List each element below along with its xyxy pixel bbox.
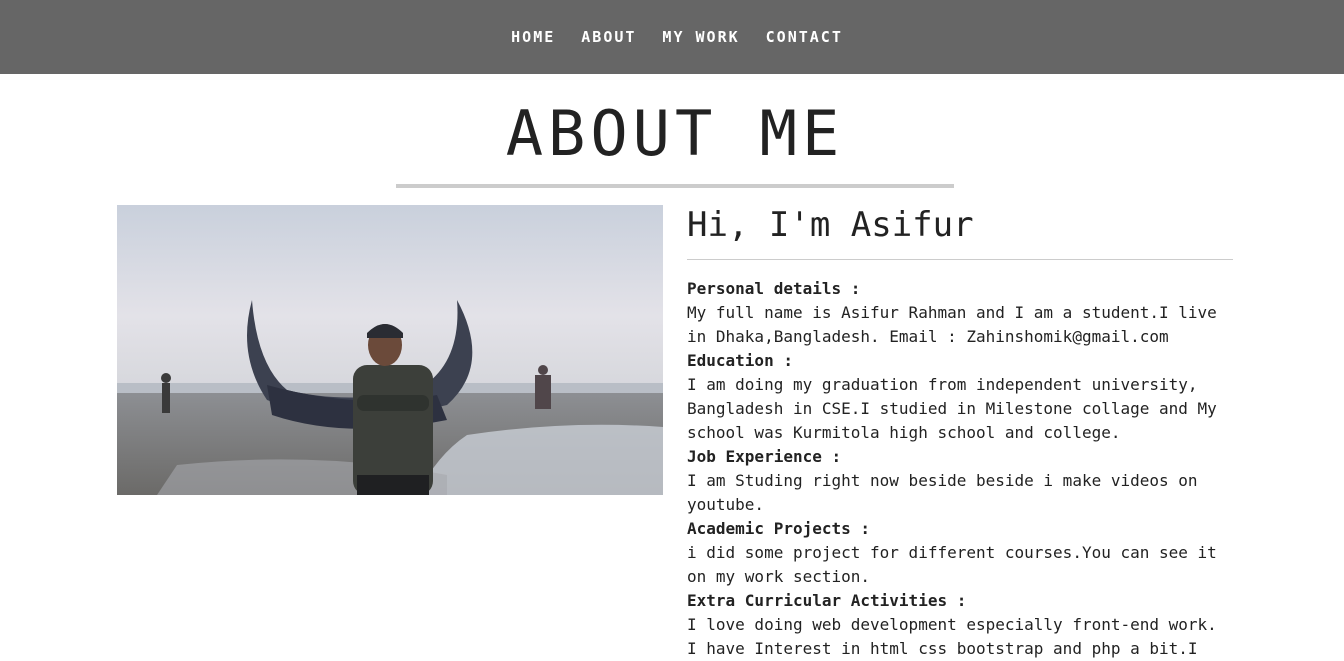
content-divider xyxy=(687,259,1233,260)
personal-details-text: My full name is Asifur Rahman and I am a… xyxy=(687,303,1217,346)
top-navbar: HOME ABOUT MY WORK CONTACT xyxy=(0,0,1344,74)
education-text: I am doing my graduation from independen… xyxy=(687,375,1217,442)
nav-links: HOME ABOUT MY WORK CONTACT xyxy=(498,28,856,46)
academic-projects-text: i did some project for different courses… xyxy=(687,543,1217,586)
nav-my-work-link[interactable]: MY WORK xyxy=(649,28,752,46)
profile-photo xyxy=(117,205,663,495)
nav-home-link[interactable]: HOME xyxy=(498,28,568,46)
job-experience-label: Job Experience : xyxy=(687,447,842,466)
nav-contact-link[interactable]: CONTACT xyxy=(753,28,856,46)
greeting-heading: Hi, I'm Asifur xyxy=(687,205,974,245)
job-experience-text: I am Studing right now beside beside i m… xyxy=(687,471,1198,514)
education-label: Education : xyxy=(687,351,793,370)
extra-curricular-label: Extra Curricular Activities : xyxy=(687,591,967,610)
nav-about-link[interactable]: ABOUT xyxy=(568,28,649,46)
page-title: ABOUT ME xyxy=(505,97,845,170)
academic-projects-label: Academic Projects : xyxy=(687,519,871,538)
title-divider xyxy=(396,184,954,188)
extra-curricular-text: I love doing web development especially … xyxy=(687,615,1217,658)
personal-details-label: Personal details : xyxy=(687,279,861,298)
about-content: Hi, I'm Asifur Personal details : My ful… xyxy=(687,205,1233,661)
